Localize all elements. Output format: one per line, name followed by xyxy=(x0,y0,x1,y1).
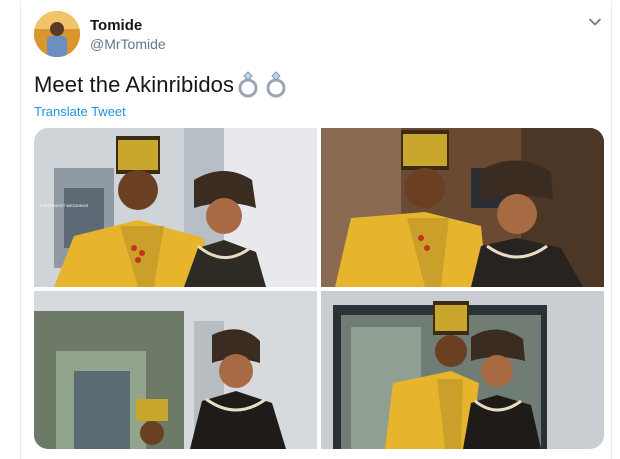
photo-4[interactable] xyxy=(321,291,604,449)
translate-tweet-link[interactable]: Translate Tweet xyxy=(34,104,126,119)
photo-watermark: FOTOSHOOT WEDDINGS xyxy=(40,203,89,208)
chevron-down-icon[interactable] xyxy=(587,14,603,30)
photo-2[interactable] xyxy=(321,128,604,287)
author-handle[interactable]: @MrTomide xyxy=(90,36,166,52)
author-name[interactable]: Tomide xyxy=(90,17,142,34)
photo-1[interactable]: FOTOSHOOT WEDDINGS xyxy=(34,128,317,287)
avatar[interactable] xyxy=(34,11,80,57)
ring-emoji xyxy=(236,71,290,99)
tweet-text: Meet the Akinribidos xyxy=(34,72,235,97)
media-grid: FOTOSHOOT WEDDINGS xyxy=(34,128,604,449)
photo-3[interactable] xyxy=(34,291,317,449)
